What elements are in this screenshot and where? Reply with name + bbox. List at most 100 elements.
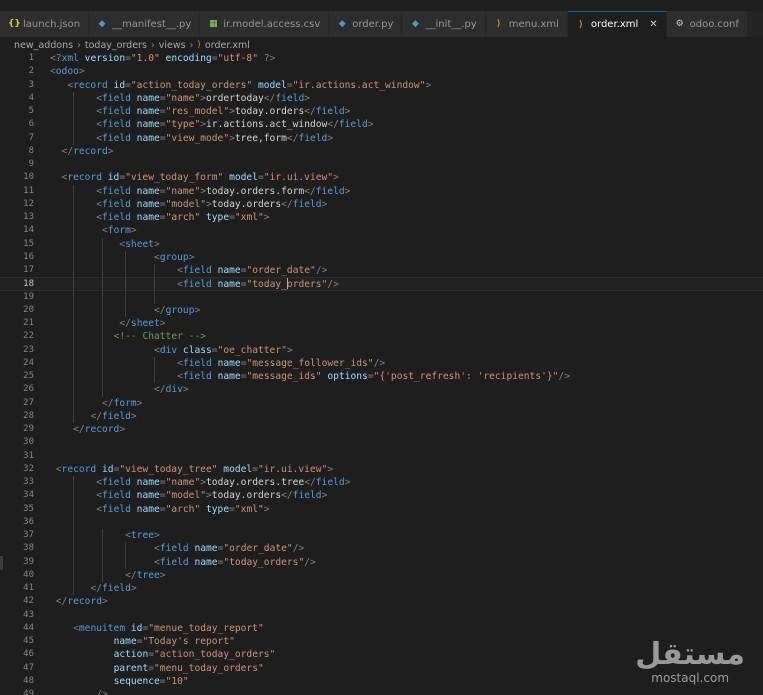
tab-ir-model-access-csv[interactable]: ▦ ir.model.access.csv [200,11,330,37]
tab-launch-json[interactable]: {} launch.json [0,11,90,37]
code-line[interactable]: 22 <!-- Chatter --> [0,330,763,343]
code-line[interactable]: 18 <field name="today_orders"/> [0,277,763,291]
code-token: today.orders [211,490,282,502]
code-line[interactable]: 14 <form> [0,224,763,237]
line-number: 10 [23,172,34,183]
code-token: div [159,344,178,356]
code-line[interactable]: 49 /> [0,688,763,695]
code-line[interactable]: 29 </record> [0,423,763,436]
line-number: 8 [28,145,34,156]
code-line[interactable]: 6 <field name="type">ir.actions.act_windo… [0,118,763,131]
code-token: </ [327,119,339,131]
breadcrumb-item[interactable]: new_addons [14,40,73,51]
code-token: > [101,596,108,608]
code-line[interactable]: 5 <field name="res_model">today.orders</f… [0,105,763,118]
code-line[interactable]: 39 <field name="today_orders"/> [0,556,763,569]
line-number: 19 [23,291,34,302]
code-line[interactable]: 1 <?xml version="1.0" encoding="utf-8" ?> [0,53,763,65]
code-line[interactable]: 16 <group> [0,251,763,264]
code-text: </tree> [125,569,165,582]
code-token: > [159,569,166,581]
tab-menu-xml[interactable]: ⟩ menu.xml [485,11,568,37]
code-line[interactable]: 28 </field> [0,410,763,423]
code-line[interactable]: 40 </tree> [0,569,763,582]
code-line[interactable]: 25 <field name="message_ids" options="{'p… [0,370,763,383]
code-line[interactable]: 12 <field name="model">today.orders</fiel… [0,198,763,211]
code-line[interactable]: 20 </group> [0,304,763,317]
tab-manifest-py[interactable]: ◆ __manifest__.py [89,11,201,37]
code-line[interactable]: 21 </sheet> [0,317,763,330]
code-line[interactable]: 23 <div class="oe_chatter"> [0,344,763,357]
code-line[interactable]: 11 <field name="name">today.orders.form</… [0,185,763,198]
code-line[interactable]: 26 </div> [0,383,763,396]
code-token: "10" [165,675,189,687]
tab-label: order.xml [590,19,639,30]
code-token: record [73,79,108,91]
code-line[interactable]: 2 <odoo> [0,65,763,78]
code-token: record [67,172,102,184]
code-line[interactable]: 44 <menuitem id="menue_today_report" [0,622,763,635]
code-line[interactable]: 33 <field name="name">today.orders.tree</… [0,476,763,489]
code-token: tree [136,569,160,581]
code-line[interactable]: 35 <field name="arch" type="xml"> [0,503,763,516]
code-token: </ [281,198,293,210]
code-token: name [211,279,241,291]
tab-order-xml[interactable]: ⟩ order.xml ✕ [567,11,667,37]
code-line[interactable]: 24 <field name="message_follower_ids"/> [0,357,763,370]
code-line[interactable]: 10 <record id="view_today_form" model="ir… [0,171,763,184]
breadcrumb-item[interactable]: order.xml [205,40,250,51]
close-icon[interactable]: ✕ [649,19,657,30]
code-line[interactable]: 15 <sheet> [0,238,763,251]
code-token: <!-- Chatter --> [113,331,206,343]
line-number: 3 [28,79,34,90]
xml-file-icon: ⟩ [197,40,201,50]
line-number: 45 [23,636,34,646]
code-text: </field> [90,410,136,423]
code-token: field [159,556,189,568]
code-line[interactable]: 3 <record id="action_today_orders" model=… [0,79,763,92]
code-line[interactable]: 41 </field> [0,582,763,595]
code-text: </div> [154,383,189,396]
code-token: > [188,251,195,263]
tab-init-py[interactable]: ◆ __init__.py [402,11,486,37]
code-token: </ [55,596,68,608]
tab-label: launch.json [23,18,81,30]
code-line[interactable]: 36 [0,516,763,529]
breadcrumb-item[interactable]: views [159,40,186,51]
code-line[interactable]: 9 [0,158,763,171]
code-line[interactable]: 31 [0,450,763,463]
code-line[interactable]: 27 </form> [0,397,763,410]
code-text: <!-- Chatter --> [114,330,206,343]
indent-guide [73,91,75,145]
code-line[interactable]: 43 [0,609,763,622]
breadcrumb-item[interactable]: today_orders [85,40,147,51]
code-token: > [321,490,328,502]
line-number: 43 [23,609,34,620]
code-line[interactable]: 13 <field name="arch" type="xml"> [0,211,763,224]
code-token: field [102,477,131,488]
code-line[interactable]: 37 <tree> [0,529,763,542]
tab-odoo-conf[interactable]: ⚙ odoo.conf [666,11,748,37]
breadcrumb-separator-icon: › [77,39,81,51]
code-line[interactable]: 42 </record> [0,595,763,608]
code-line[interactable]: 8 </record> [0,145,763,158]
code-line[interactable]: 19 [0,291,763,304]
line-number: 14 [23,225,34,236]
line-number: 38 [23,543,34,554]
code-editor[interactable]: 1 <?xml version="1.0" encoding="utf-8" ?>… [0,53,763,695]
code-text: <group> [154,251,194,264]
code-line[interactable]: 32 <record id="view_today_tree" model="ir… [0,463,763,476]
code-line[interactable]: 38 <field name="order_date"/> [0,542,763,555]
code-line[interactable]: 7 <field name="view_mode">tree,form</fiel… [0,132,763,145]
code-line[interactable]: 17 <field name="order_date"/> [0,264,763,277]
code-line[interactable]: 4 <field name="name">ordertoday</field> [0,92,763,105]
code-text: <field name="today_orders"/> [154,556,316,569]
code-token: /> [292,543,305,555]
code-token: > [344,477,351,488]
code-token: > [78,66,85,78]
code-token: > [344,185,351,197]
code-line[interactable]: 30 [0,436,763,449]
code-text: action="action_today_orders" [114,648,276,661]
code-line[interactable]: 34 <field name="model">today.orders</fiel… [0,489,763,502]
tab-order-py[interactable]: ◆ order.py [329,11,403,37]
